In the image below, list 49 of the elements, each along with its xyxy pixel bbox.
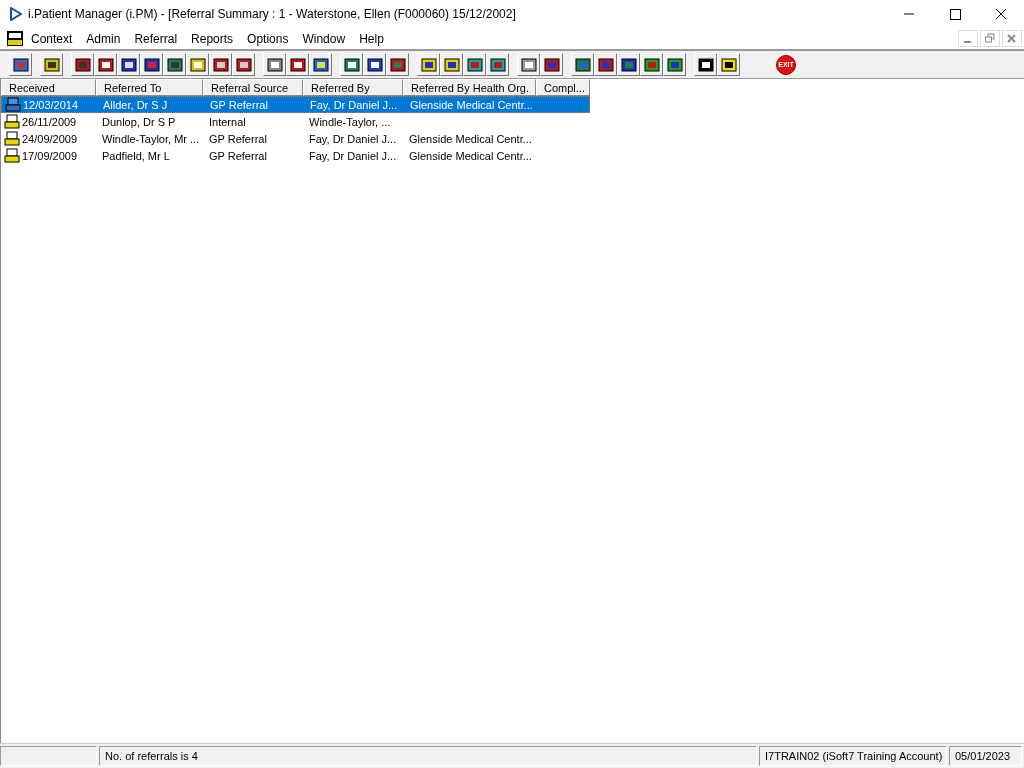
column-header[interactable]: Referred By Health Org. [403, 79, 536, 96]
close-icon[interactable] [1002, 30, 1022, 47]
table-row[interactable]: 26/11/2009 Dunlop, Dr S P Internal Windle-Taylor, ... [1, 113, 590, 130]
typewriter-icon [4, 114, 20, 129]
menu-item[interactable]: Window [295, 31, 353, 46]
window-title: i.Patient Manager (i.PM) - [Referral Summary : 1 - Waterstone, Ellen (F000060) 15/12/2002] [28, 7, 516, 21]
status-panel: No. of referrals is 4 [99, 746, 757, 766]
table-cell-text: 17/09/2009 [22, 149, 79, 162]
table-cell-text: Windle-Taylor, ... [308, 115, 392, 128]
typewriter-icon [4, 148, 20, 163]
column-header[interactable]: Referred By [303, 79, 403, 96]
table-cell-text: Glenside Medical Centr... [408, 132, 533, 145]
table-cell-text: Fay, Dr Daniel J... [308, 149, 398, 162]
menu-item[interactable]: Options [240, 31, 296, 46]
status-panel: I7TRAIN02 (iSoft7 Training Account) [759, 746, 947, 766]
table-row[interactable]: 24/09/2009 Windle-Taylor, Mr ... GP Referral Fay, Dr Daniel J... Glenside Medical Centr... [1, 130, 590, 147]
table-cell-text: Fay, Dr Daniel J... [309, 98, 399, 111]
restore-icon[interactable] [980, 30, 1000, 47]
table-cell-text: GP Referral [209, 98, 269, 111]
menu-item[interactable]: Help [352, 31, 391, 46]
table-cell-text: 24/09/2009 [22, 132, 79, 145]
column-header[interactable]: Received [1, 79, 96, 96]
table-cell-text: Glenside Medical Centr... [409, 98, 534, 111]
column-header[interactable]: Referral Source [203, 79, 303, 96]
table-cell-text: Internal [208, 115, 247, 128]
table-cell-text: 12/03/2014 [23, 98, 80, 111]
table-cell-text: 26/11/2009 [22, 115, 78, 128]
table-cell-text: Padfield, Mr L [101, 149, 171, 162]
table-row[interactable]: 17/09/2009 Padfield, Mr L GP Referral Fay, Dr Daniel J... Glenside Medical Centr... [1, 147, 590, 164]
table-cell-text: Windle-Taylor, Mr ... [101, 132, 201, 145]
table-cell-text: Allder, Dr S J [102, 98, 169, 111]
column-header[interactable]: Compl... [536, 79, 590, 96]
table-cell-text: Glenside Medical Centr... [408, 149, 533, 162]
status-panel: 05/01/2023 [949, 746, 1022, 766]
menu-item[interactable]: Admin [79, 31, 128, 46]
play-icon [10, 7, 22, 21]
minimize-icon[interactable] [958, 30, 978, 47]
table-cell-text: Fay, Dr Daniel J... [308, 132, 398, 145]
table-cell-text: GP Referral [208, 132, 268, 145]
typewriter-icon [4, 131, 20, 146]
menu-item[interactable]: Reports [184, 31, 241, 46]
typewriter-icon [5, 97, 21, 112]
menu-item[interactable]: Referral [127, 31, 185, 46]
table-cell-text: GP Referral [208, 149, 268, 162]
table-cell-text: Dunlop, Dr S P [101, 115, 177, 128]
column-header[interactable]: Referred To [96, 79, 203, 96]
menu-item[interactable]: Context [24, 31, 80, 46]
table-row[interactable]: 12/03/2014 Allder, Dr S J GP Referral Fay, Dr Daniel J... Glenside Medical Centr... [1, 96, 590, 113]
typewriter-icon[interactable] [6, 30, 24, 47]
